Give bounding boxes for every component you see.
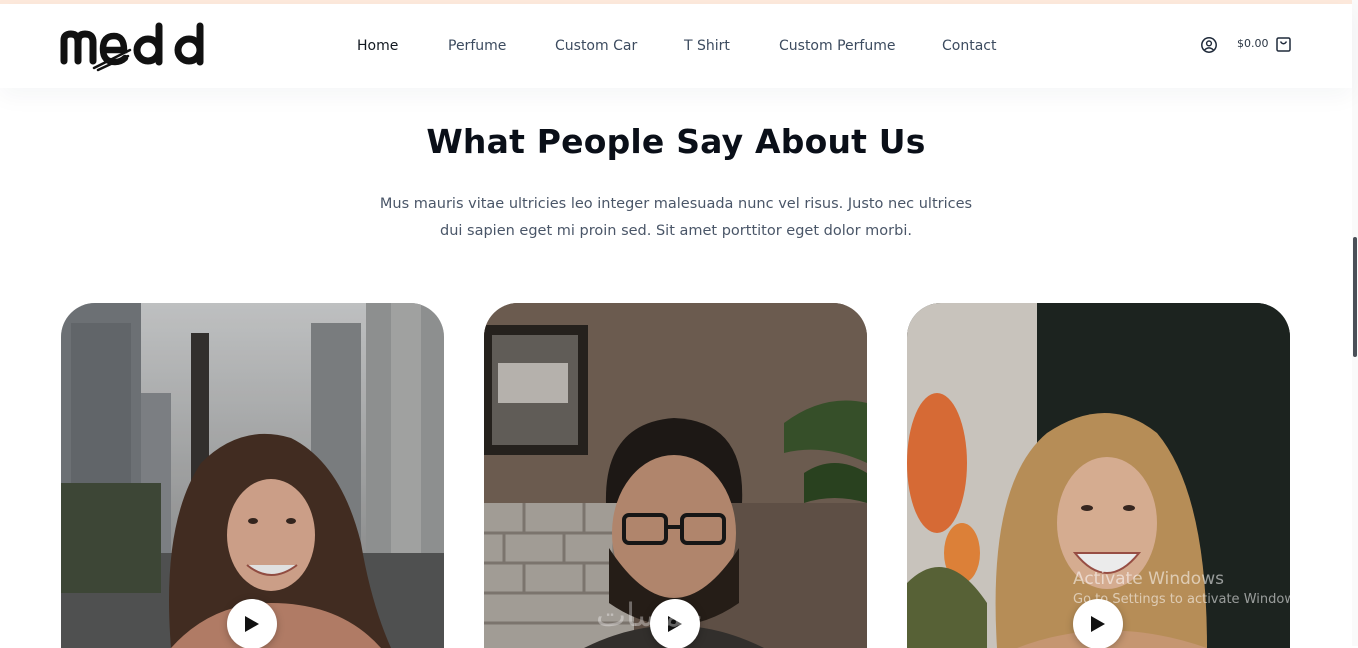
activate-windows-notice: Activate Windows Go to Settings to activ… xyxy=(1073,568,1306,610)
play-button[interactable] xyxy=(227,599,277,648)
main-nav: Home Perfume Custom Car T Shirt Custom P… xyxy=(0,4,1352,88)
section-title: What People Say About Us xyxy=(426,122,926,161)
watermark-logo: خمسات xyxy=(596,596,703,634)
activate-windows-subtitle: Go to Settings to activate Windows. xyxy=(1073,592,1306,607)
play-icon xyxy=(245,616,259,632)
scrollbar-thumb[interactable] xyxy=(1353,237,1357,357)
cart-total[interactable]: $0.00 xyxy=(1237,37,1269,50)
testimonial-photo xyxy=(61,303,444,648)
scrollbar-track[interactable] xyxy=(1352,0,1358,646)
nav-custom-perfume[interactable]: Custom Perfume xyxy=(779,36,895,56)
nav-contact[interactable]: Contact xyxy=(942,36,996,56)
user-circle-icon[interactable] xyxy=(1200,36,1218,54)
nav-t-shirt[interactable]: T Shirt xyxy=(684,36,730,56)
shopping-bag-icon[interactable] xyxy=(1275,35,1292,53)
nav-custom-car[interactable]: Custom Car xyxy=(555,36,637,56)
nav-home[interactable]: Home xyxy=(357,36,398,56)
nav-perfume[interactable]: Perfume xyxy=(448,36,506,56)
section-subtitle: Mus mauris vitae ultricies leo integer m… xyxy=(379,196,973,239)
testimonial-card[interactable] xyxy=(61,303,444,648)
activate-windows-title: Activate Windows xyxy=(1073,569,1224,589)
play-icon xyxy=(1091,616,1105,632)
site-header: Home Perfume Custom Car T Shirt Custom P… xyxy=(0,4,1352,88)
